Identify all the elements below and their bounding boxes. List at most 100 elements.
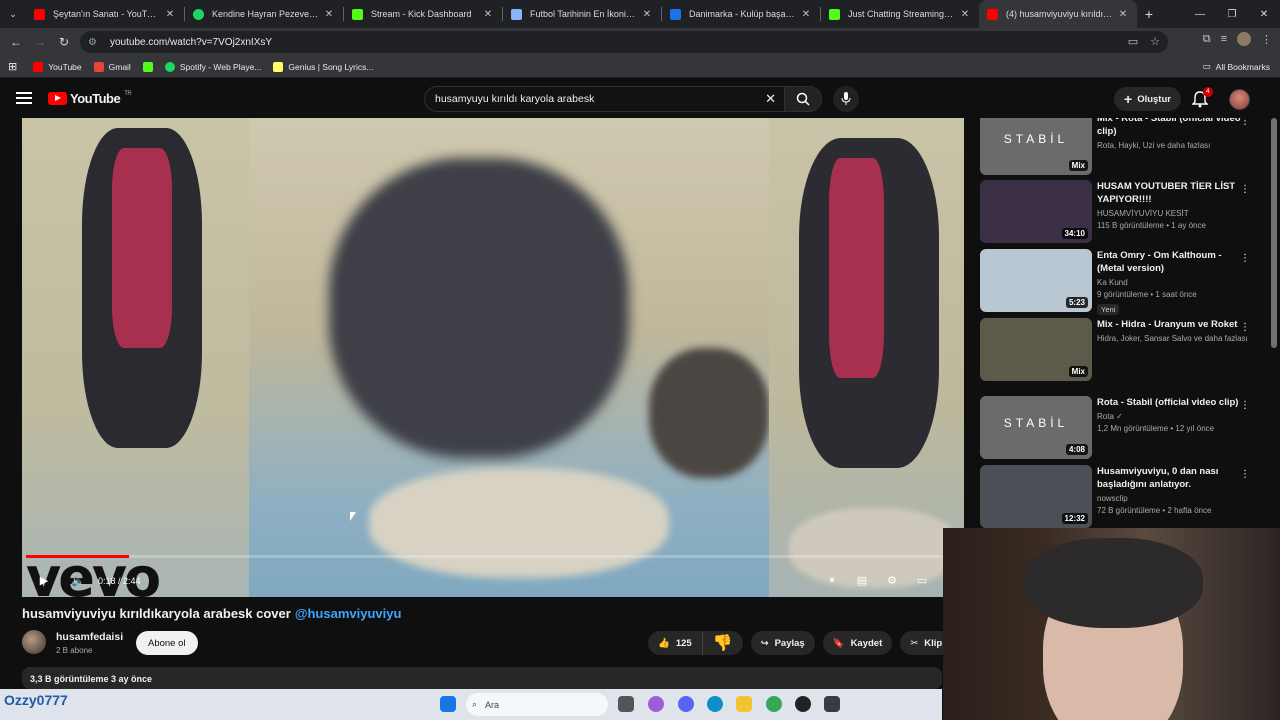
- more-options-icon[interactable]: ⋮: [1240, 322, 1250, 333]
- browser-tab[interactable]: Kendine Hayran Pezevenk - pla ✕: [185, 0, 343, 28]
- close-tab-icon[interactable]: ✕: [1117, 9, 1129, 20]
- related-channel-name[interactable]: Ka Kund: [1097, 278, 1247, 287]
- related-channel-name[interactable]: nowsclip: [1097, 494, 1247, 503]
- bookmark-spotify[interactable]: Spotify - Web Playe...: [164, 61, 261, 72]
- media-control-icon[interactable]: ≡: [1221, 33, 1227, 45]
- browser-tab[interactable]: Futbol Tarihinin En İkonik Form ✕: [503, 0, 661, 28]
- browser-tab[interactable]: Danimarka - Kulüp başarıları | T ✕: [662, 0, 820, 28]
- browser-menu-icon[interactable]: ⋮: [1261, 33, 1272, 46]
- related-channel-name[interactable]: Hidra, Joker, Sansar Salvo ve daha fazla…: [1097, 334, 1247, 343]
- close-tab-icon[interactable]: ✕: [164, 9, 176, 20]
- related-video-item[interactable]: STABİL 4:08 Rota - Stabil (official video …: [980, 396, 1268, 460]
- sidebar-scrollbar[interactable]: [1271, 118, 1277, 348]
- volume-icon[interactable]: 🔈: [70, 573, 86, 589]
- description-box[interactable]: 3,3 B görüntüleme 3 ay önce: [22, 667, 942, 689]
- video-player[interactable]: vevo ▶ 🔈 0:18 / 2:44 ⏸ ▤ ⚙ ▭ ⤢: [22, 118, 964, 597]
- more-options-icon[interactable]: ⋮: [1240, 400, 1250, 411]
- notifications-button[interactable]: 4: [1191, 87, 1213, 108]
- address-bar[interactable]: ⚙ youtube.com/watch?v=7VOj2xnIXsY ▭ ☆: [80, 31, 1168, 53]
- autoplay-toggle-icon[interactable]: ⏸: [824, 572, 840, 588]
- related-video-title[interactable]: Rota - Stabil (official video clip): [1097, 396, 1247, 409]
- channel-avatar[interactable]: [22, 630, 46, 654]
- close-window-icon[interactable]: ✕: [1248, 0, 1280, 28]
- tab-search-icon[interactable]: ⌄: [0, 0, 26, 28]
- edge-icon[interactable]: [707, 696, 723, 712]
- settings-gear-icon[interactable]: ⚙: [884, 572, 900, 588]
- related-video-title[interactable]: Mix - Rota - Stabil (official video clip…: [1097, 118, 1247, 138]
- browser-tab[interactable]: Şeytan'ın Sanatı - YouTube ✕: [26, 0, 184, 28]
- back-icon[interactable]: ←: [4, 35, 28, 49]
- bookmark-youtube[interactable]: YouTube: [33, 61, 82, 72]
- browser-tab[interactable]: Stream - Kick Dashboard ✕: [344, 0, 502, 28]
- related-channel-name[interactable]: Rota ✓: [1097, 412, 1247, 421]
- apps-grid-icon[interactable]: ⊞: [8, 60, 17, 73]
- video-thumbnail[interactable]: STABİL 4:08: [980, 396, 1092, 459]
- save-button[interactable]: 🔖 Kaydet: [822, 631, 893, 655]
- related-video-item[interactable]: 12:32 Husamviyuviyu, 0 dan nası başladığı…: [980, 465, 1268, 529]
- related-video-item[interactable]: 5:23 Enta Omry - Om Kalthoum - (Metal ver…: [980, 249, 1268, 315]
- related-video-item[interactable]: 34:10 HUSAM YOUTUBER TİER LİST YAPIYOR!!!…: [980, 180, 1268, 244]
- related-video-title[interactable]: Husamviyuviyu, 0 dan nası başladığını an…: [1097, 465, 1247, 491]
- close-tab-icon[interactable]: ✕: [641, 9, 653, 20]
- close-tab-icon[interactable]: ✕: [800, 9, 812, 20]
- file-explorer-icon[interactable]: [736, 696, 752, 712]
- site-info-icon[interactable]: ⚙: [88, 37, 102, 48]
- channel-mention-link[interactable]: @husamviyuviyu: [295, 606, 402, 621]
- chrome-icon[interactable]: [766, 696, 782, 712]
- search-button[interactable]: [784, 86, 822, 112]
- related-video-title[interactable]: HUSAM YOUTUBER TİER LİST YAPIYOR!!!!: [1097, 180, 1247, 206]
- more-options-icon[interactable]: ⋮: [1240, 184, 1250, 195]
- video-thumbnail[interactable]: 12:32: [980, 465, 1092, 528]
- taskbar-search[interactable]: ⌕ Ara: [466, 693, 608, 716]
- discord-icon[interactable]: [678, 696, 694, 712]
- minimize-icon[interactable]: —: [1184, 0, 1216, 28]
- video-thumbnail[interactable]: 34:10: [980, 180, 1092, 243]
- all-bookmarks-button[interactable]: ▭ All Bookmarks: [1203, 61, 1270, 72]
- channel-name[interactable]: husamfedaisi: [56, 631, 123, 643]
- related-video-item[interactable]: STABİL Mix Mix - Rota - Stabil (official v…: [980, 118, 1268, 176]
- new-tab-icon[interactable]: +: [1137, 6, 1161, 22]
- progress-bar[interactable]: [26, 555, 960, 558]
- related-video-title[interactable]: Enta Omry - Om Kalthoum - (Metal version…: [1097, 249, 1247, 275]
- dislike-button[interactable]: 👎: [703, 631, 743, 655]
- subscribe-button[interactable]: Abone ol: [136, 631, 198, 655]
- related-video-item[interactable]: Mix Mix - Hidra - Uranyum ve Roket Hidra, …: [980, 318, 1268, 382]
- extensions-icon[interactable]: ⧉: [1203, 33, 1211, 46]
- clear-search-icon[interactable]: ✕: [765, 91, 776, 107]
- related-channel-name[interactable]: Rota, Hayki, Uzi ve daha fazlası: [1097, 141, 1247, 150]
- more-options-icon[interactable]: ⋮: [1240, 118, 1250, 127]
- hamburger-menu-icon[interactable]: [16, 92, 32, 104]
- bookmark-star-icon[interactable]: ☆: [1150, 35, 1160, 48]
- video-thumbnail[interactable]: 5:23: [980, 249, 1092, 312]
- browser-tab[interactable]: Just Chatting Streaming - Live ✕: [821, 0, 979, 28]
- windows-start-icon[interactable]: [440, 696, 456, 712]
- obs-icon[interactable]: [795, 696, 811, 712]
- profile-avatar[interactable]: [1237, 32, 1251, 46]
- search-input[interactable]: husamyuyu kırıldı karyola arabesk ✕: [424, 86, 784, 112]
- close-tab-icon[interactable]: ✕: [323, 9, 335, 20]
- related-video-title[interactable]: Mix - Hidra - Uranyum ve Roket: [1097, 318, 1247, 331]
- voice-search-button[interactable]: [833, 86, 859, 112]
- restore-icon[interactable]: ❐: [1216, 0, 1248, 28]
- like-button[interactable]: 👍 125: [648, 631, 703, 655]
- video-thumbnail[interactable]: STABİL Mix: [980, 118, 1092, 175]
- video-thumbnail[interactable]: Mix: [980, 318, 1092, 381]
- close-tab-icon[interactable]: ✕: [959, 9, 971, 20]
- app-icon[interactable]: [824, 696, 840, 712]
- more-options-icon[interactable]: ⋮: [1240, 469, 1250, 480]
- subtitles-icon[interactable]: ▤: [854, 572, 870, 588]
- share-button[interactable]: ↪ Paylaş: [750, 631, 815, 655]
- theater-mode-icon[interactable]: ▭: [914, 572, 930, 588]
- more-options-icon[interactable]: ⋮: [1240, 253, 1250, 264]
- bookmark-gmail[interactable]: Gmail: [93, 61, 131, 72]
- create-button[interactable]: + Oluştur: [1114, 87, 1181, 111]
- play-icon[interactable]: ▶: [36, 573, 52, 589]
- youtube-logo[interactable]: YouTube TR: [48, 91, 132, 106]
- related-channel-name[interactable]: HUSAMVİYUVİYU KESİT: [1097, 209, 1247, 218]
- account-avatar[interactable]: [1229, 89, 1250, 110]
- copilot-icon[interactable]: [648, 696, 664, 712]
- bookmark-genius[interactable]: Genius | Song Lyrics...: [273, 61, 373, 72]
- task-view-icon[interactable]: [618, 696, 634, 712]
- browser-tab-active[interactable]: (4) husamviyuviyu kırıldıkaryola ✕: [979, 0, 1137, 28]
- cast-icon[interactable]: ▭: [1128, 35, 1138, 48]
